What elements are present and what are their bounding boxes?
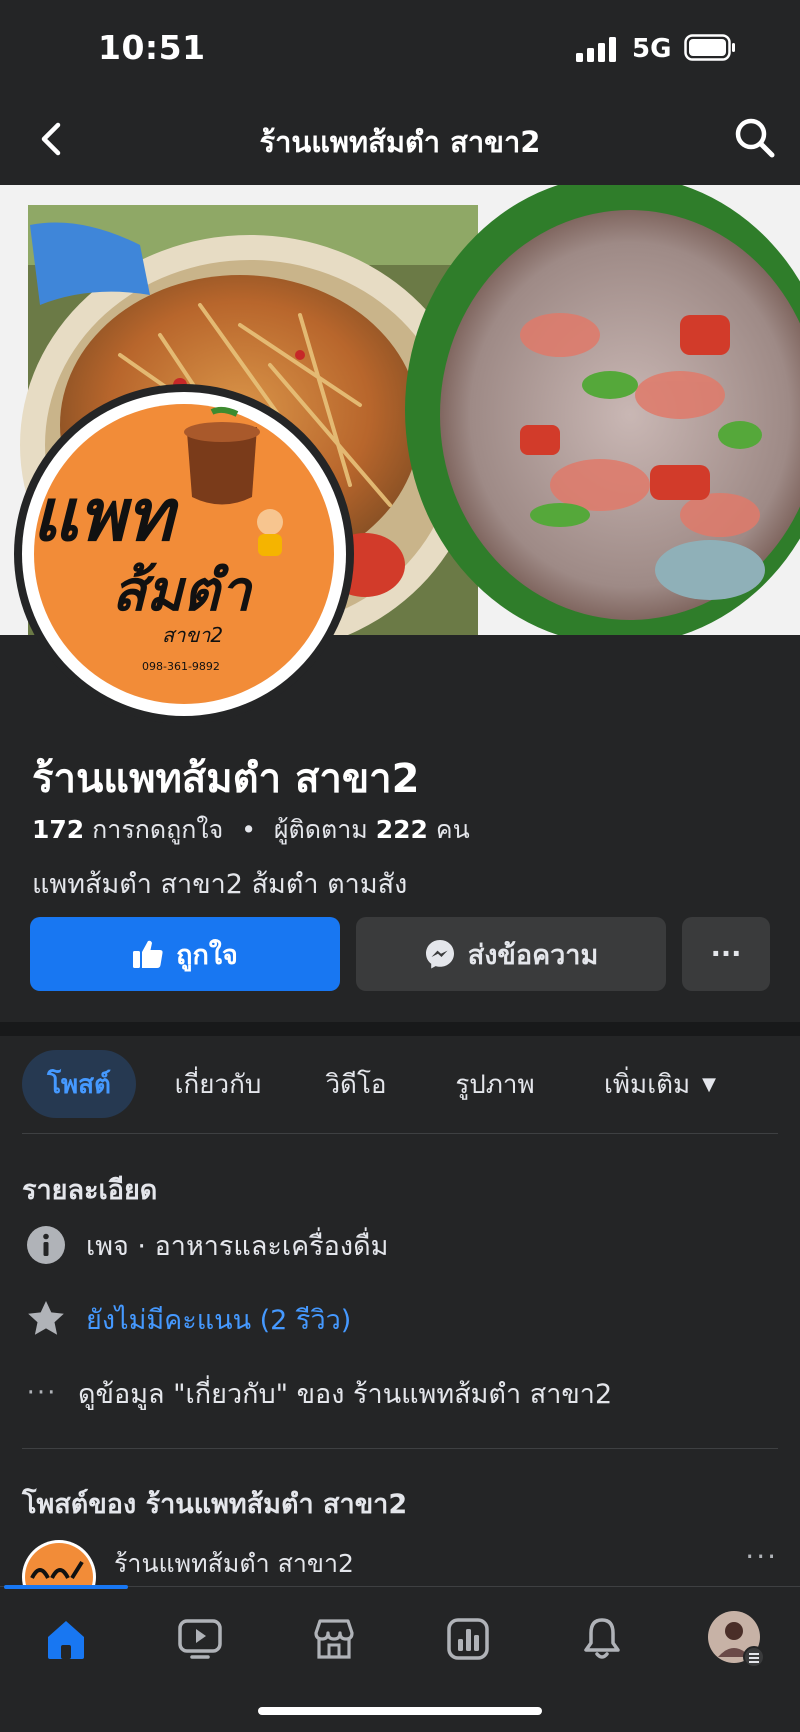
rating-text: ยังไม่มีคะแนน (2 รีวิว) [86,1304,352,1336]
home-indicator [258,1707,542,1715]
logo-text-3: สาขา2 [162,623,223,647]
status-bar: 10:51 5G [0,0,800,95]
like-label: ถูกใจ [176,939,238,971]
about-link-text: ดูข้อมูล "เกี่ยวกับ" ของ ร้านแพทส้มตำ สา… [78,1378,613,1410]
page-description: แพทส้มตำ สาขา2 ส้มตำ ตามสัง [32,869,408,900]
store-icon [314,1619,354,1659]
nav-notifications[interactable] [570,1607,634,1671]
logo-text-2: ส้มตำ [112,559,253,624]
tab-about-label: เกี่ยวกับ [174,1069,262,1100]
more-dots-icon: ··· [710,938,742,970]
page-tabs: โพสต์ เกี่ยวกับ วิดีโอ รูปภาพ เพิ่มเติม … [0,1050,800,1118]
star-icon [24,1297,68,1341]
nav-profile-menu[interactable] [704,1607,768,1671]
post-author-name[interactable]: ร้านแพทส้มตำ สาขา2 [114,1544,354,1584]
nav-marketplace[interactable] [302,1607,366,1671]
followers-count: 222 [375,815,428,844]
likes-label: การกดถูกใจ [92,815,224,844]
message-button[interactable]: ส่งข้อความ [356,917,666,991]
tab-about[interactable]: เกี่ยวกับ [156,1050,280,1118]
home-icon [48,1621,84,1659]
page-stats: 172 การกดถูกใจ • ผู้ติดตาม 222 คน [32,810,470,850]
tab-posts[interactable]: โพสต์ [22,1050,136,1118]
tab-videos-label: วิดีโอ [325,1069,387,1100]
chart-icon [447,1618,489,1660]
active-tab-indicator [4,1585,128,1589]
like-button[interactable]: ถูกใจ [30,917,340,991]
page-title: ร้านแพทส้มตำ สาขา2 [259,125,541,159]
post-header: ร้านแพทส้มตำ สาขา2 ··· [22,1536,778,1614]
avatar [708,1611,765,1668]
tab-posts-label: โพสต์ [47,1069,111,1100]
followers-unit: คน [435,815,470,844]
nav-watch[interactable] [168,1607,232,1671]
message-label: ส่งข้อความ [467,939,599,971]
status-time: 10:51 [98,28,206,67]
post-options-icon[interactable]: ··· [745,1540,778,1573]
info-icon [24,1223,68,1267]
battery-icon [684,34,735,61]
posts-title: โพสต์ของ ร้านแพทส้มตำ สาขา2 [22,1489,408,1520]
detail-about-link[interactable]: ··· ดูข้อมูล "เกี่ยวกับ" ของ ร้านแพทส้มต… [24,1368,613,1418]
bell-icon [584,1618,620,1659]
details-title: รายละเอียด [22,1175,158,1206]
network-label: 5G [632,34,672,64]
category-text: เพจ · อาหารและเครื่องดื่ม [86,1230,389,1262]
detail-category: เพจ · อาหารและเครื่องดื่ม [24,1220,388,1270]
tab-more-label: เพิ่มเติม [604,1069,691,1100]
search-icon[interactable] [730,113,780,163]
logo-text-1: แพท [32,473,179,557]
thumbs-up-icon [133,940,163,968]
stats-separator: • [241,815,256,844]
tab-photos[interactable]: รูปภาพ [432,1050,558,1118]
detail-rating[interactable]: ยังไม่มีคะแนน (2 รีวิว) [24,1294,351,1344]
page-name: ร้านแพทส้มตำ สาขา2 [32,756,420,802]
details-divider [22,1448,778,1449]
video-icon [178,1619,222,1659]
shop-logo: แพท ส้มตำ สาขา2 098-361-9892 [32,404,334,704]
nav-home[interactable] [34,1607,98,1671]
messenger-icon [425,940,454,969]
section-divider [0,1022,800,1036]
tabs-divider [22,1133,778,1134]
more-dots-icon: ··· [26,1378,58,1408]
tab-photos-label: รูปภาพ [455,1069,535,1100]
logo-phone: 098-361-9892 [142,660,220,673]
nav-insights[interactable] [436,1607,500,1671]
likes-count: 172 [32,815,85,844]
profile-picture[interactable]: แพท ส้มตำ สาขา2 098-361-9892 [14,384,354,724]
followers-label: ผู้ติดตาม [273,815,368,844]
more-actions-button[interactable]: ··· [682,917,770,991]
caret-down-icon: ▼ [702,1073,716,1095]
top-navigation: ร้านแพทส้มตำ สาขา2 [0,95,800,185]
tab-more[interactable]: เพิ่มเติม ▼ [582,1050,738,1118]
tab-videos[interactable]: วิดีโอ [306,1050,406,1118]
signal-icon [576,36,618,62]
